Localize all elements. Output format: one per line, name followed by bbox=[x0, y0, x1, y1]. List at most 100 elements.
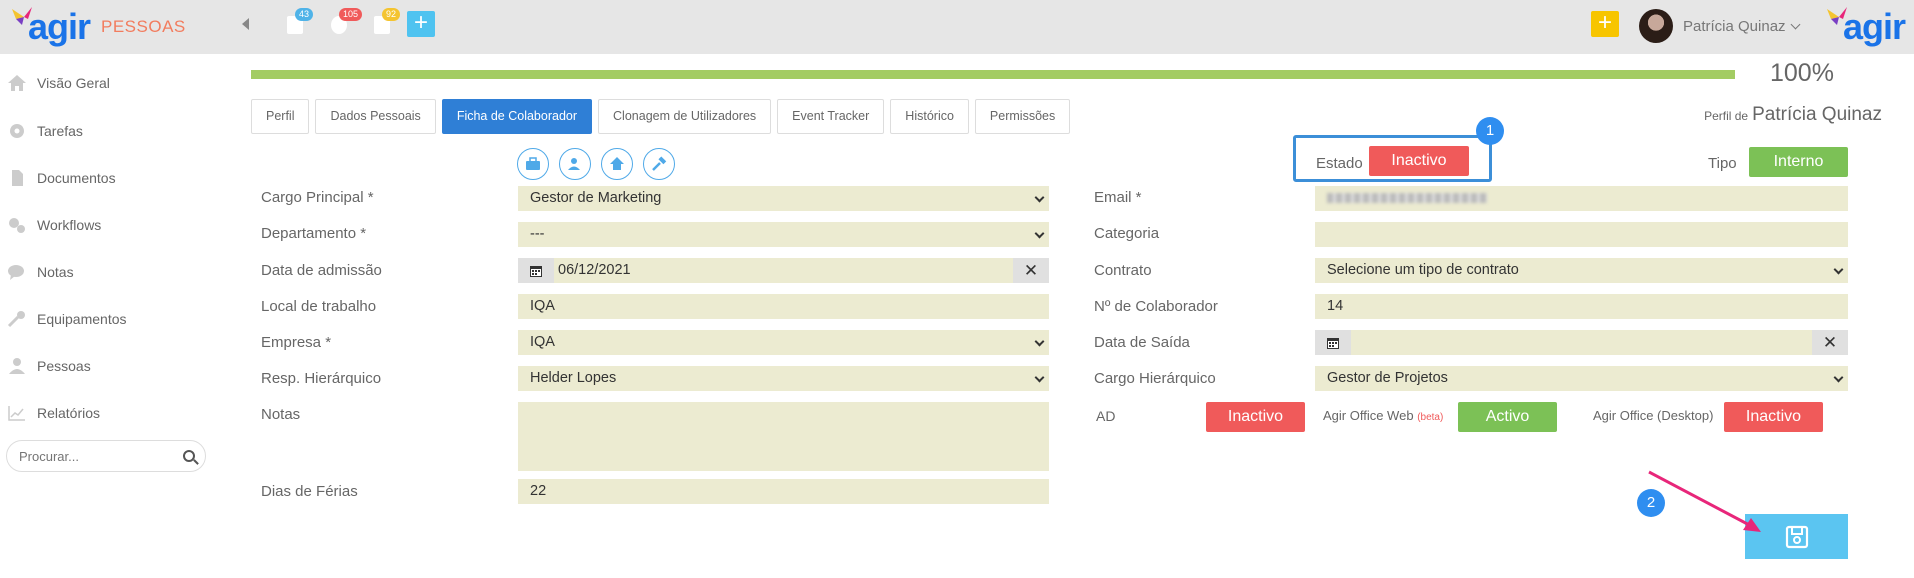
workflow-gears-icon bbox=[6, 216, 28, 234]
sidebar-item-label: Pessoas bbox=[37, 358, 91, 374]
tab-ficha-de-colaborador[interactable]: Ficha de Colaborador bbox=[441, 99, 593, 134]
chevron-down-icon bbox=[1034, 372, 1045, 383]
tab-permissoes[interactable]: Permissões bbox=[974, 99, 1071, 134]
contact-card-icon[interactable] bbox=[559, 148, 591, 180]
search-box bbox=[6, 440, 206, 472]
gear-icon bbox=[6, 122, 28, 140]
wrench-icon bbox=[6, 310, 28, 328]
avatar[interactable] bbox=[1639, 9, 1673, 43]
agir-office-desktop-toggle[interactable]: Inactivo bbox=[1724, 402, 1823, 432]
progress-percent: 100% bbox=[1770, 59, 1834, 87]
local-trabalho-input[interactable]: IQA bbox=[518, 294, 1049, 319]
tab-bar: Perfil Dados Pessoais Ficha de Colaborad… bbox=[251, 99, 1071, 134]
agir-logo[interactable]: agir bbox=[10, 5, 91, 45]
estado-label: Estado bbox=[1316, 155, 1363, 172]
agir-office-web-text: Agir Office Web bbox=[1323, 408, 1414, 423]
logo-text: agir bbox=[1843, 6, 1906, 47]
sidebar-item-notas[interactable]: Notas bbox=[6, 257, 74, 287]
num-colaborador-input[interactable]: 14 bbox=[1315, 294, 1848, 319]
briefcase-icon[interactable] bbox=[517, 148, 549, 180]
agir-office-web-label: Agir Office Web (beta) bbox=[1323, 408, 1443, 423]
clear-date-icon[interactable]: ✕ bbox=[1812, 330, 1848, 355]
chevron-down-icon bbox=[1833, 264, 1844, 275]
sidebar-item-equipamentos[interactable]: Equipamentos bbox=[6, 304, 127, 334]
chevron-down-icon bbox=[1833, 372, 1844, 383]
search-input[interactable] bbox=[19, 449, 169, 464]
hammer-icon[interactable] bbox=[643, 148, 675, 180]
plus-icon: + bbox=[413, 9, 428, 36]
chart-icon bbox=[6, 404, 28, 422]
clear-date-icon[interactable]: ✕ bbox=[1013, 258, 1049, 283]
sidebar-item-tarefas[interactable]: Tarefas bbox=[6, 116, 83, 146]
tipo-toggle[interactable]: Interno bbox=[1749, 147, 1848, 177]
tab-historico[interactable]: Histórico bbox=[890, 99, 969, 134]
cargo-principal-label: Cargo Principal * bbox=[261, 189, 374, 206]
floppy-disk-icon bbox=[1785, 525, 1808, 548]
departamento-value: --- bbox=[530, 226, 545, 242]
calendar-icon[interactable] bbox=[1315, 330, 1351, 355]
data-saida-field[interactable]: ✕ bbox=[1315, 330, 1848, 355]
email-label: Email * bbox=[1094, 189, 1142, 206]
gear-notification-icon[interactable]: 105 bbox=[331, 8, 363, 36]
cargo-principal-value: Gestor de Marketing bbox=[530, 190, 662, 206]
person-icon bbox=[6, 357, 28, 375]
data-saida-label: Data de Saída bbox=[1094, 334, 1190, 351]
chevron-down-icon bbox=[1034, 192, 1045, 203]
email-input[interactable] bbox=[1315, 186, 1848, 211]
data-admissao-field[interactable]: 06/12/2021 ✕ bbox=[518, 258, 1049, 283]
chat-icon bbox=[6, 263, 28, 281]
calendar-notification-icon[interactable]: 43 bbox=[287, 8, 314, 36]
notification-badge: 92 bbox=[382, 8, 401, 21]
quick-add-button[interactable]: + bbox=[1591, 11, 1619, 37]
sidebar-item-label: Relatórios bbox=[37, 405, 101, 421]
document-notification-icon[interactable]: 92 bbox=[374, 8, 401, 36]
user-menu[interactable]: Patrícia Quinaz bbox=[1683, 18, 1800, 35]
sidebar-item-pessoas[interactable]: Pessoas bbox=[6, 351, 91, 381]
app-name: PESSOAS bbox=[101, 17, 186, 36]
contrato-label: Contrato bbox=[1094, 262, 1152, 279]
dias-ferias-input[interactable]: 22 bbox=[518, 479, 1049, 504]
sidebar-item-visao-geral[interactable]: Visão Geral bbox=[6, 68, 110, 98]
contrato-select[interactable]: Selecione um tipo de contrato bbox=[1315, 258, 1848, 283]
plus-icon: + bbox=[1597, 9, 1612, 36]
add-button[interactable]: + bbox=[407, 11, 435, 37]
tab-dados-pessoais[interactable]: Dados Pessoais bbox=[315, 99, 436, 134]
blurred-email-value bbox=[1327, 193, 1487, 204]
calendar-icon[interactable] bbox=[518, 258, 554, 283]
sidebar-item-relatorios[interactable]: Relatórios bbox=[6, 398, 100, 428]
data-admissao-label: Data de admissão bbox=[261, 262, 382, 279]
ad-toggle[interactable]: Inactivo bbox=[1206, 402, 1305, 432]
estado-toggle[interactable]: Inactivo bbox=[1369, 146, 1469, 176]
cargo-principal-select[interactable]: Gestor de Marketing bbox=[518, 186, 1049, 211]
contrato-value: Selecione um tipo de contrato bbox=[1327, 262, 1519, 278]
bird-logo-icon bbox=[10, 5, 34, 29]
categoria-input[interactable] bbox=[1315, 222, 1848, 247]
notas-label: Notas bbox=[261, 406, 301, 423]
house-icon[interactable] bbox=[601, 148, 633, 180]
departamento-label: Departamento * bbox=[261, 225, 367, 242]
document-icon bbox=[6, 169, 28, 187]
tab-event-tracker[interactable]: Event Tracker bbox=[777, 99, 885, 134]
sidebar-item-workflows[interactable]: Workflows bbox=[6, 210, 101, 240]
sidebar-item-documentos[interactable]: Documentos bbox=[6, 163, 116, 193]
section-icons bbox=[517, 148, 675, 180]
tab-perfil[interactable]: Perfil bbox=[251, 99, 310, 134]
search-icon[interactable] bbox=[183, 450, 195, 462]
notas-textarea[interactable] bbox=[518, 402, 1049, 471]
data-admissao-value: 06/12/2021 bbox=[558, 262, 631, 278]
collapse-sidebar-icon[interactable] bbox=[242, 18, 249, 30]
user-name: Patrícia Quinaz bbox=[1683, 18, 1786, 35]
agir-office-web-toggle[interactable]: Activo bbox=[1458, 402, 1557, 432]
chevron-down-icon bbox=[1034, 228, 1045, 239]
resp-hierarquico-select[interactable]: Helder Lopes bbox=[518, 366, 1049, 391]
empresa-select[interactable]: IQA bbox=[518, 330, 1049, 355]
categoria-label: Categoria bbox=[1094, 225, 1160, 242]
tipo-label: Tipo bbox=[1708, 155, 1737, 172]
home-icon bbox=[6, 74, 28, 92]
sidebar-item-label: Workflows bbox=[37, 217, 102, 233]
cargo-hierarquico-select[interactable]: Gestor de Projetos bbox=[1315, 366, 1848, 391]
tab-clonagem-de-utilizadores[interactable]: Clonagem de Utilizadores bbox=[598, 99, 772, 134]
ad-label: AD bbox=[1096, 408, 1116, 424]
departamento-select[interactable]: --- bbox=[518, 222, 1049, 247]
annotation-arrow-icon bbox=[1648, 470, 1761, 532]
